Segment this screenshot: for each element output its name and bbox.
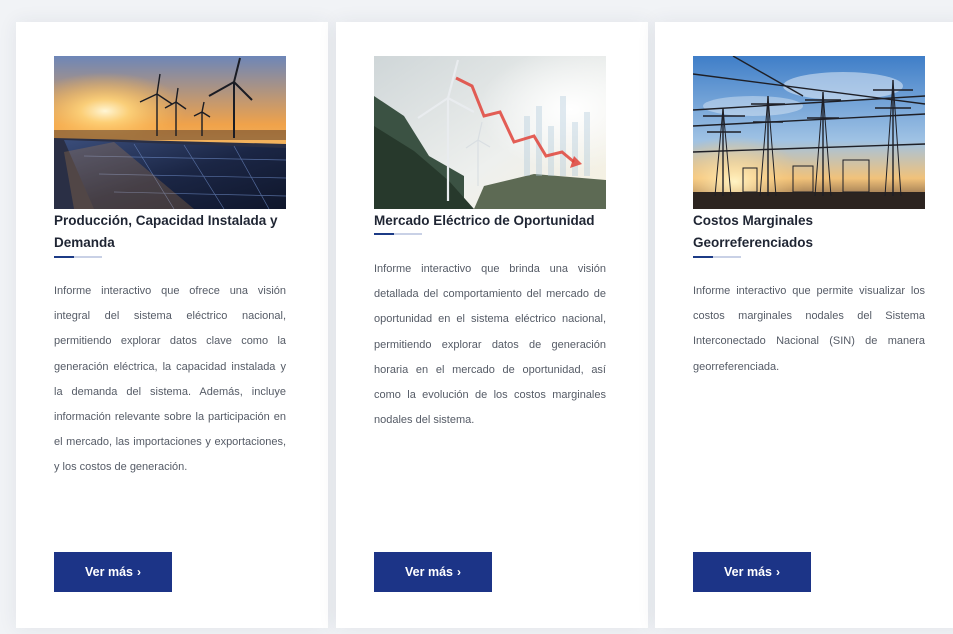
ver-mas-button[interactable]: Ver más ›: [374, 552, 492, 592]
button-label: Ver más: [85, 565, 133, 579]
chevron-right-icon: ›: [136, 565, 141, 579]
button-label: Ver más: [724, 565, 772, 579]
card-description: Informe interactivo que permite visualiz…: [693, 285, 925, 373]
solar-wind-image: [54, 56, 286, 209]
report-card-produccion: Producción, Capacidad Instalada y Demand…: [16, 22, 328, 628]
title-underline: [374, 233, 422, 235]
title-underline: [54, 256, 102, 258]
wind-turbine-chart-image: [374, 56, 606, 209]
card-title: Costos Marginales Georreferenciados: [693, 213, 814, 250]
title-underline: [693, 256, 741, 258]
card-description: Informe interactivo que ofrece una visió…: [54, 285, 286, 474]
ver-mas-button[interactable]: Ver más ›: [693, 552, 811, 592]
card-description: Informe interactivo que brinda una visió…: [374, 263, 606, 427]
report-card-mercado: Mercado Eléctrico de Oportunidad Informe…: [336, 22, 648, 628]
ver-mas-button[interactable]: Ver más ›: [54, 552, 172, 592]
card-title: Mercado Eléctrico de Oportunidad: [374, 213, 595, 228]
button-label: Ver más: [405, 565, 453, 579]
report-card-costos: Costos Marginales Georreferenciados Info…: [655, 22, 953, 628]
chevron-right-icon: ›: [775, 565, 780, 579]
card-title: Producción, Capacidad Instalada y Demand…: [54, 213, 278, 250]
chevron-right-icon: ›: [456, 565, 461, 579]
power-substation-image: [693, 56, 925, 209]
